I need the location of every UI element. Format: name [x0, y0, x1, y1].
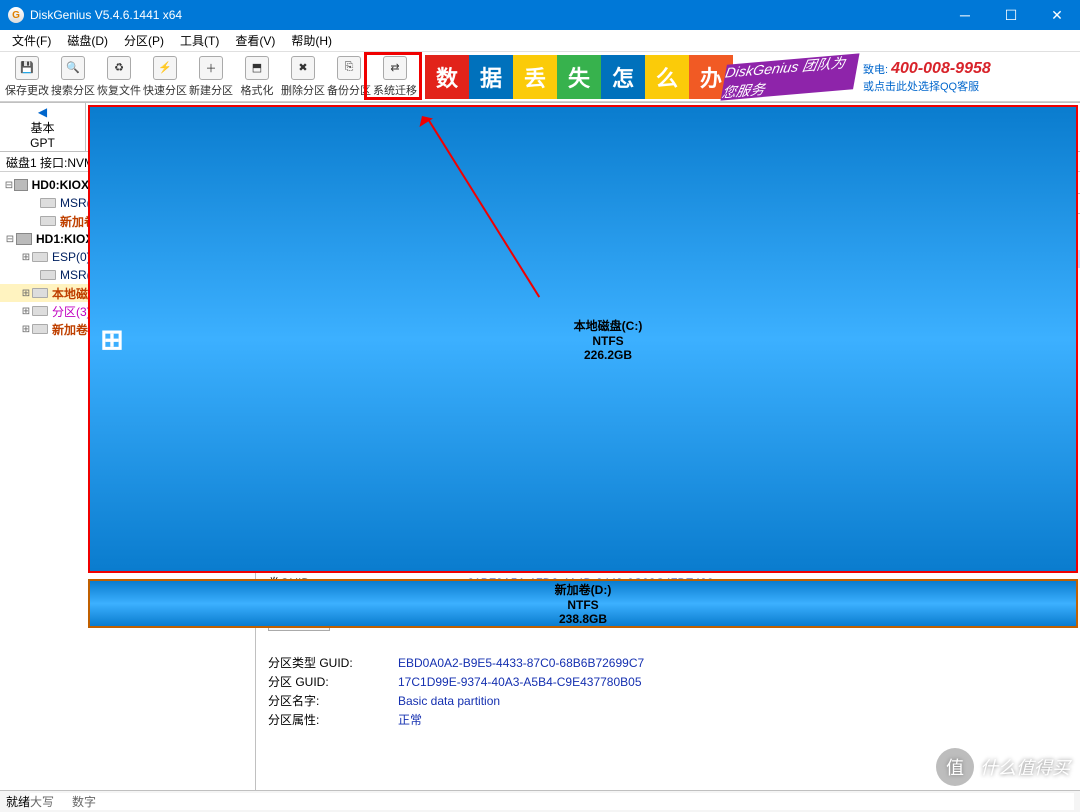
minimize-button[interactable]: ─	[942, 0, 988, 30]
banner-char: 么	[645, 55, 689, 99]
banner-phone: 致电: 400-008-9958 或点击此处选择QQ客服	[863, 60, 991, 94]
tb-format[interactable]: ⬒格式化	[234, 54, 280, 100]
banner-char: 怎	[601, 55, 645, 99]
status-bar: 就绪 大写 数字	[0, 790, 1080, 812]
titlebar: G DiskGenius V5.4.6.1441 x64 ─ ☐ ✕	[0, 0, 1080, 30]
menu-file[interactable]: 文件(F)	[4, 30, 59, 51]
menu-bar: 文件(F) 磁盘(D) 分区(P) 工具(T) 查看(V) 帮助(H)	[0, 30, 1080, 52]
window-title: DiskGenius V5.4.6.1441 x64	[30, 8, 182, 22]
delete-icon: ✖	[291, 56, 315, 80]
banner-char: 数	[425, 55, 469, 99]
newpart-icon: ＋	[199, 56, 223, 80]
search-icon: 🔍	[61, 56, 85, 80]
disk-strip: ◀ 基本 GPT ⊞ 本地磁盘(C:) NTFS 226.2GB 新加卷(D:)…	[0, 102, 1080, 152]
menu-partition[interactable]: 分区(P)	[116, 30, 172, 51]
tb-backup[interactable]: ⎘备份分区	[326, 54, 372, 100]
windows-logo-icon: ⊞	[100, 323, 123, 356]
disk-icon	[16, 233, 32, 245]
banner-char: 据	[469, 55, 513, 99]
backup-icon: ⎘	[337, 56, 361, 80]
tree-collapse-icon[interactable]: ⊟	[4, 180, 14, 191]
tree-expand-icon[interactable]: ⊞	[20, 252, 32, 263]
menu-help[interactable]: 帮助(H)	[283, 30, 340, 51]
banner-char: 失	[557, 55, 601, 99]
recover-icon: ♻	[107, 56, 131, 80]
tree-expand-icon[interactable]: ⊞	[20, 306, 32, 317]
quickpart-icon: ⚡	[153, 56, 177, 80]
tree-collapse-icon[interactable]: ⊟	[4, 234, 16, 245]
tb-newpart[interactable]: ＋新建分区	[188, 54, 234, 100]
qq-link[interactable]: 或点击此处选择QQ客服	[863, 81, 979, 93]
promo-banner: 数 据 丢 失 怎 么 办 DiskGenius 团队为您服务 致电: 400-…	[425, 52, 991, 102]
volume-icon	[40, 198, 56, 208]
tb-migrate[interactable]: ⇄系统迁移	[372, 54, 418, 100]
app-logo-icon: G	[8, 7, 24, 23]
tb-recover[interactable]: ♻恢复文件	[96, 54, 142, 100]
status-caps: 大写	[30, 793, 54, 810]
nav-left-icon: ◀	[38, 105, 47, 119]
partition-block-c[interactable]: ⊞ 本地磁盘(C:) NTFS 226.2GB	[88, 105, 1078, 573]
menu-view[interactable]: 查看(V)	[227, 30, 283, 51]
volume-icon	[32, 306, 48, 316]
partition-block-d[interactable]: 新加卷(D:) NTFS 238.8GB	[88, 579, 1078, 628]
menu-tools[interactable]: 工具(T)	[172, 30, 227, 51]
save-icon: 💾	[15, 56, 39, 80]
tree-esp0[interactable]: ESP(0)	[52, 250, 91, 264]
disk-strip-left[interactable]: ◀ 基本 GPT	[0, 103, 86, 151]
tb-delete[interactable]: ✖删除分区	[280, 54, 326, 100]
disk-icon	[14, 179, 28, 191]
tb-quickpart[interactable]: ⚡快速分区	[142, 54, 188, 100]
tree-expand-icon[interactable]: ⊞	[20, 288, 32, 299]
format-icon: ⬒	[245, 56, 269, 80]
tb-search[interactable]: 🔍搜索分区	[50, 54, 96, 100]
maximize-button[interactable]: ☐	[988, 0, 1034, 30]
volume-icon	[32, 288, 48, 298]
volume-icon	[40, 270, 56, 280]
status-text: 就绪	[6, 793, 30, 810]
banner-char: 丢	[513, 55, 557, 99]
migrate-icon: ⇄	[383, 56, 407, 80]
volume-icon	[32, 324, 48, 334]
volume-icon	[32, 252, 48, 262]
close-button[interactable]: ✕	[1034, 0, 1080, 30]
menu-disk[interactable]: 磁盘(D)	[59, 30, 116, 51]
tree-part3[interactable]: 分区(3)	[52, 303, 91, 320]
banner-slogan: DiskGenius 团队为您服务	[720, 53, 859, 100]
status-num: 数字	[72, 793, 96, 810]
tb-save[interactable]: 💾保存更改	[4, 54, 50, 100]
toolbar: 💾保存更改 🔍搜索分区 ♻恢复文件 ⚡快速分区 ＋新建分区 ⬒格式化 ✖删除分区…	[0, 52, 1080, 102]
volume-icon	[40, 216, 56, 226]
tree-expand-icon[interactable]: ⊞	[20, 324, 32, 335]
